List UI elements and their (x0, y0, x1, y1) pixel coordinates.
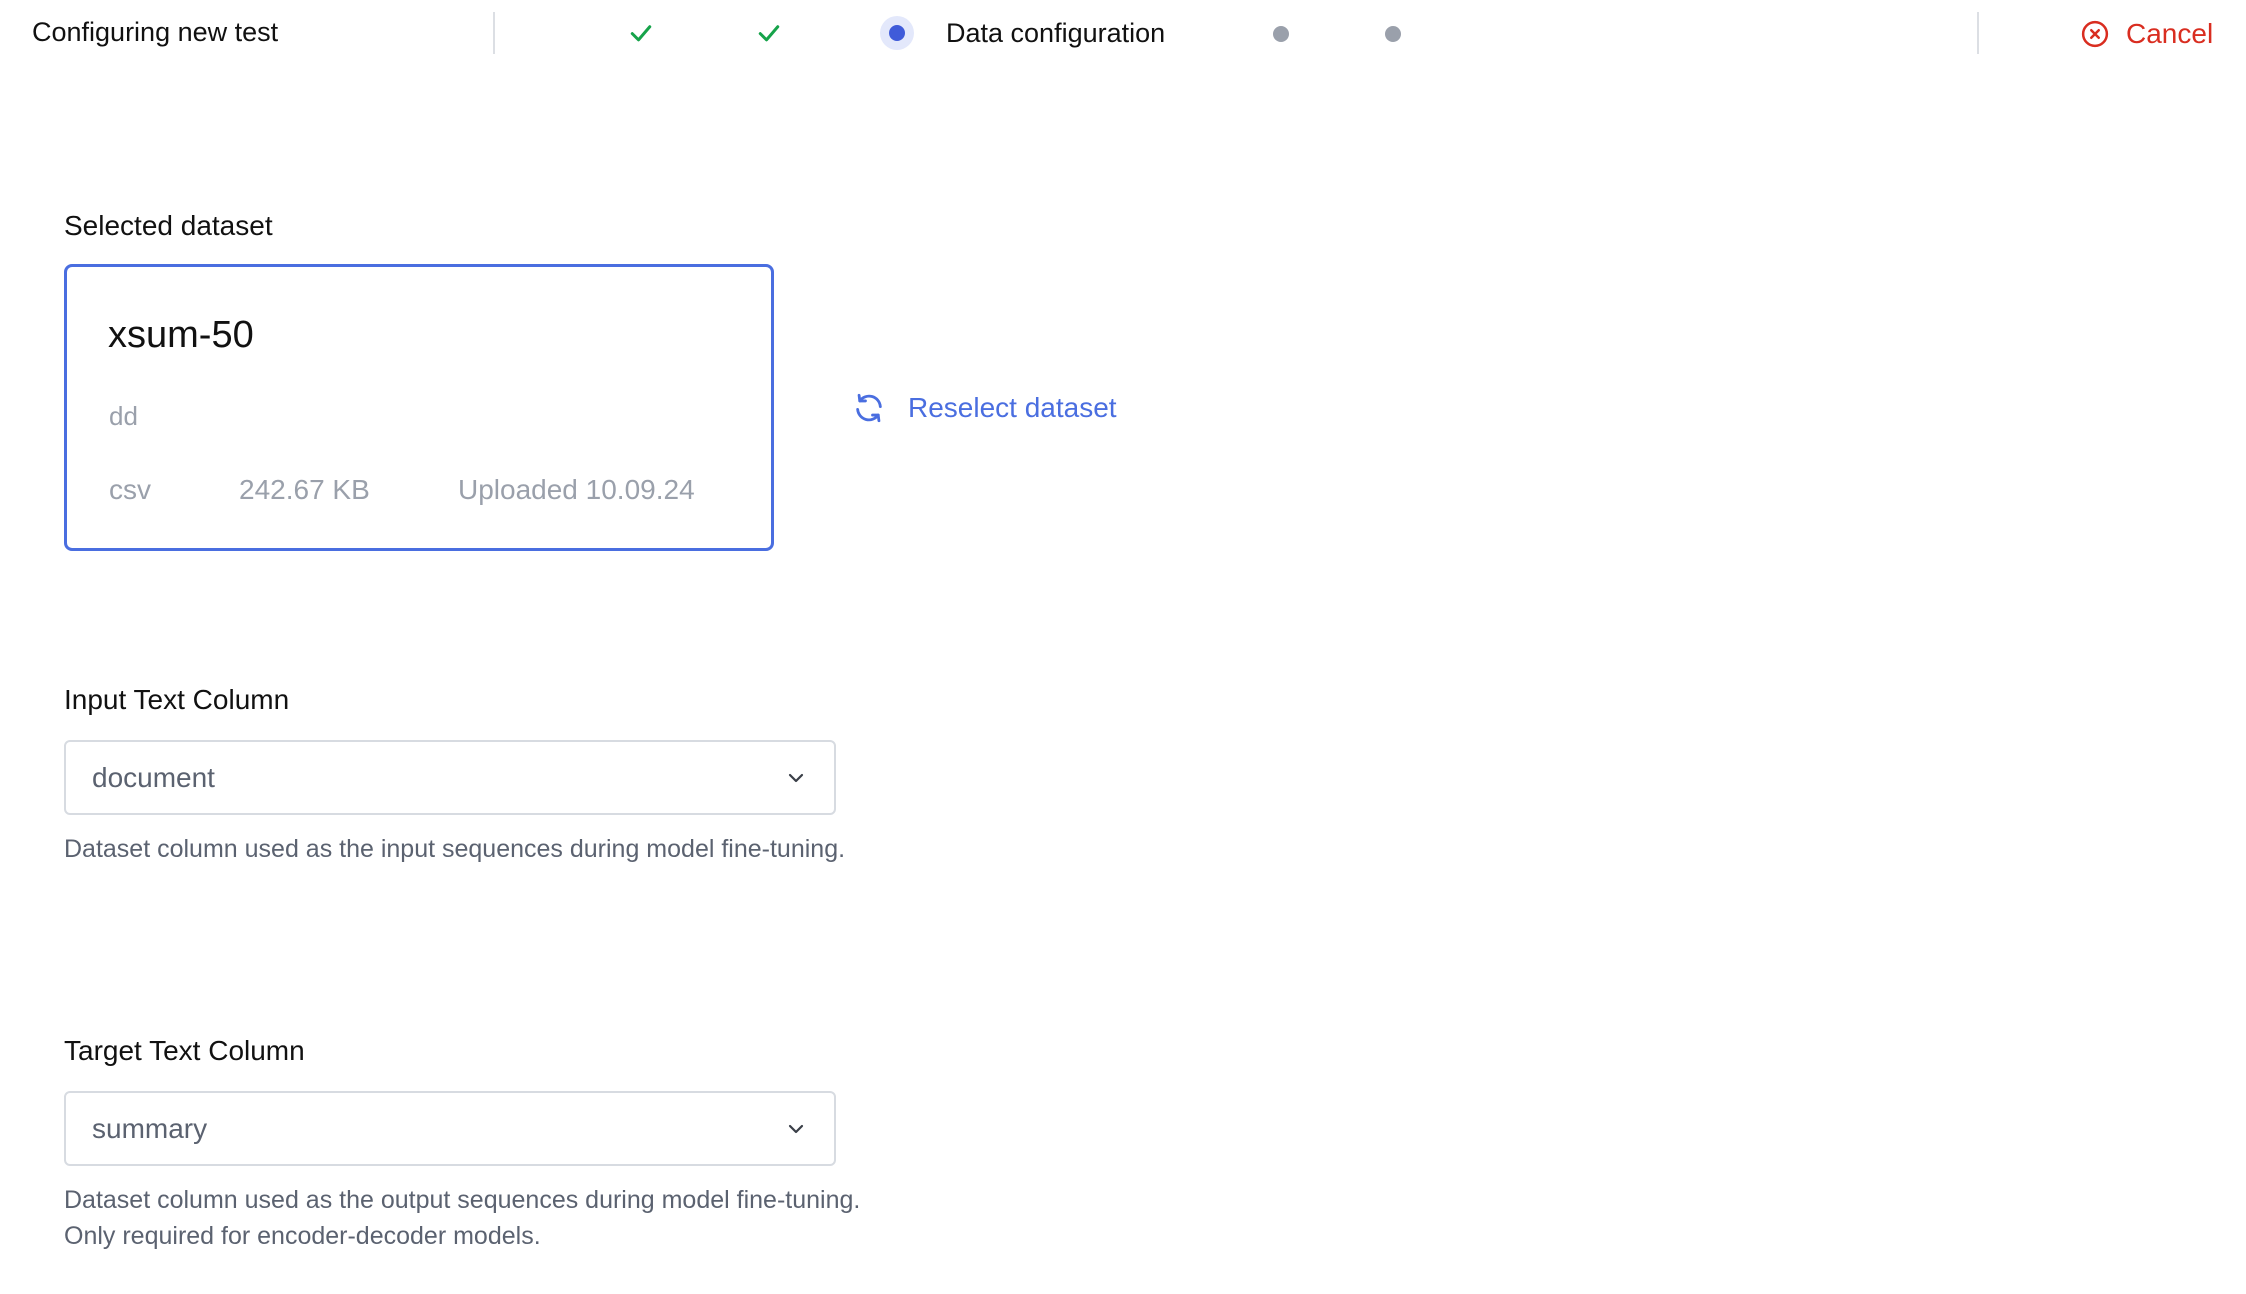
check-icon (758, 25, 780, 42)
input-column-label: Input Text Column (64, 684, 290, 715)
step-3-current-indicator (880, 16, 914, 50)
selected-dataset-card[interactable]: xsum-50 dd csv 242.67 KB Uploaded 10.09.… (64, 264, 774, 551)
reselect-dataset-button[interactable]: Reselect dataset (852, 388, 1117, 428)
step-3-label: Data configuration (946, 18, 1166, 48)
stepper-header: Configuring new test Data configuration (0, 0, 2246, 70)
chevron-down-icon (784, 766, 808, 790)
step-5-upcoming (1385, 26, 1401, 42)
cancel-button[interactable]: Cancel (2080, 14, 2213, 54)
step-4-upcoming (1273, 26, 1289, 42)
selected-dataset-heading: Selected dataset (64, 210, 273, 241)
chevron-down-icon (784, 1117, 808, 1141)
reselect-dataset-label: Reselect dataset (908, 392, 1117, 423)
current-step-dot (889, 25, 905, 41)
page-title: Configuring new test (32, 17, 279, 47)
dataset-description: dd (109, 401, 138, 431)
step-2-complete[interactable] (754, 18, 784, 48)
target-column-select[interactable]: summary (64, 1091, 836, 1166)
dataset-file-type: csv (109, 474, 151, 505)
target-column-value: summary (92, 1113, 208, 1144)
cancel-label: Cancel (2126, 18, 2214, 49)
target-column-label: Target Text Column (64, 1035, 305, 1066)
refresh-icon (852, 391, 886, 425)
dataset-file-size: 242.67 KB (239, 474, 370, 505)
input-column-help: Dataset column used as the input sequenc… (64, 835, 846, 863)
check-icon (630, 25, 652, 42)
page: Configuring new test Data configuration (0, 0, 2246, 1294)
input-column-value: document (92, 762, 215, 793)
dataset-upload-date: Uploaded 10.09.24 (458, 474, 695, 505)
step-1-complete[interactable] (626, 18, 656, 48)
target-column-help: Dataset column used as the output sequen… (64, 1186, 861, 1250)
header-divider-left (493, 12, 495, 54)
header-divider-right (1977, 12, 1979, 54)
dataset-name: xsum-50 (108, 314, 254, 356)
close-circle-icon (2080, 19, 2110, 49)
input-column-select[interactable]: document (64, 740, 836, 815)
